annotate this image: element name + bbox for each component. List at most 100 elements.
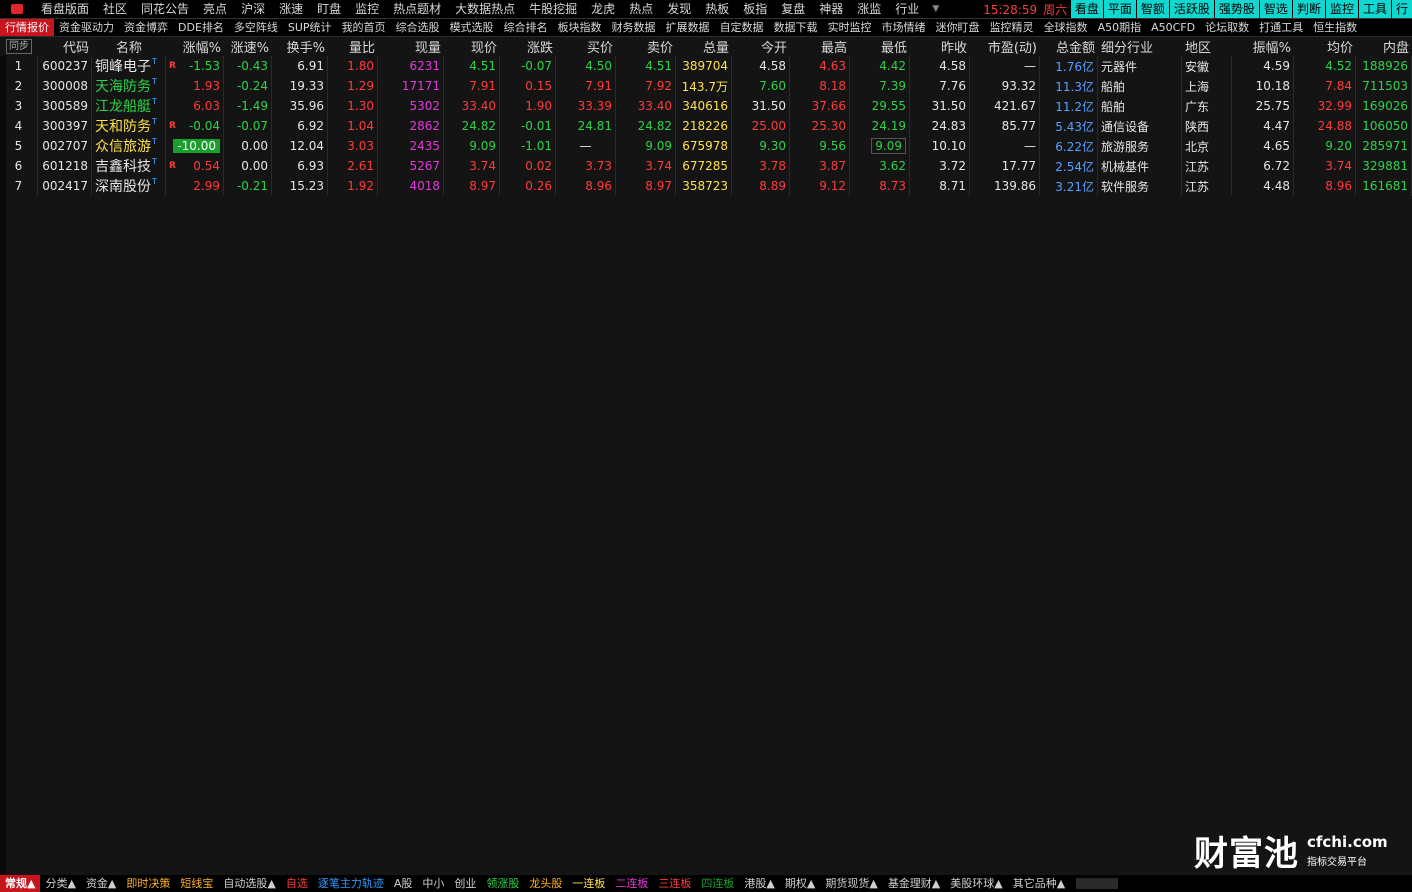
stock-name[interactable]: 天和防务 <box>95 116 151 136</box>
column-header-13[interactable]: 最高 <box>790 37 850 56</box>
menu-item-6[interactable]: 盯盘 <box>310 0 348 18</box>
column-header-7[interactable]: 现价 <box>444 37 500 56</box>
bottom-tab-17[interactable]: 港股▲ <box>739 875 779 892</box>
column-header-12[interactable]: 今开 <box>732 37 790 56</box>
column-header-17[interactable]: 总金额 <box>1040 37 1098 56</box>
column-header-4[interactable]: 换手% <box>272 37 328 56</box>
bottom-tab-7[interactable]: 逐笔主力轨迹 <box>313 875 389 892</box>
table-row[interactable]: 7 002417 深南股份 T 2.99 -0.21 15.23 1.92 4018 8.97 0.… <box>0 176 1412 196</box>
toolbar-button-2[interactable]: 智额 <box>1136 0 1169 18</box>
tab-4[interactable]: 多空阵线 <box>229 19 283 36</box>
menu-item-4[interactable]: 沪深 <box>234 0 272 18</box>
menu-item-11[interactable]: 龙虎 <box>584 0 622 18</box>
column-header-8[interactable]: 涨跌 <box>500 37 556 56</box>
menu-item-3[interactable]: 亮点 <box>196 0 234 18</box>
table-row[interactable]: 3 300589 江龙船艇 T 6.03 -1.49 35.96 1.30 5302 33.40 1… <box>0 96 1412 116</box>
column-header-21[interactable]: 均价 <box>1294 37 1356 56</box>
sync-button[interactable]: 同步 <box>6 39 32 54</box>
column-header-16[interactable]: 市盈(动) <box>970 37 1040 56</box>
bottom-tab-4[interactable]: 短线宝 <box>175 875 218 892</box>
table-row[interactable]: 4 300397 天和防务 T R -0.04 -0.07 6.92 1.04 2862 24.82… <box>0 116 1412 136</box>
toolbar-button-1[interactable]: 平面 <box>1103 0 1136 18</box>
column-header-18[interactable]: 细分行业 <box>1098 37 1182 56</box>
column-header-2[interactable]: 涨幅% <box>166 37 224 56</box>
tab-15[interactable]: 实时监控 <box>823 19 877 36</box>
menu-item-18[interactable]: 涨监 <box>850 0 888 18</box>
stock-name[interactable]: 铜峰电子 <box>95 56 151 76</box>
menu-item-17[interactable]: 神器 <box>812 0 850 18</box>
bottom-tab-22[interactable]: 其它品种▲ <box>1008 875 1070 892</box>
column-header-11[interactable]: 总量 <box>676 37 732 56</box>
bottom-tab-8[interactable]: A股 <box>389 875 418 892</box>
toolbar-button-6[interactable]: 判断 <box>1292 0 1325 18</box>
column-header-9[interactable]: 买价 <box>556 37 616 56</box>
column-header-10[interactable]: 卖价 <box>616 37 676 56</box>
menu-item-15[interactable]: 板指 <box>736 0 774 18</box>
bottom-tab-12[interactable]: 龙头股 <box>524 875 567 892</box>
menu-item-0[interactable]: 看盘版面 <box>34 0 96 18</box>
bottom-tab-21[interactable]: 美股环球▲ <box>945 875 1007 892</box>
tab-16[interactable]: 市场情绪 <box>877 19 931 36</box>
tab-22[interactable]: 论坛取数 <box>1200 19 1254 36</box>
toolbar-button-8[interactable]: 工具 <box>1358 0 1391 18</box>
bottom-tab-1[interactable]: 分类▲ <box>40 875 80 892</box>
menu-item-2[interactable]: 同花公告 <box>134 0 196 18</box>
tab-6[interactable]: 我的首页 <box>337 19 391 36</box>
app-logo-icon[interactable] <box>0 0 34 18</box>
toolbar-button-4[interactable]: 强势股 <box>1214 0 1259 18</box>
bottom-tab-14[interactable]: 二连板 <box>610 875 653 892</box>
menu-item-10[interactable]: 牛股挖掘 <box>522 0 584 18</box>
tab-1[interactable]: 资金驱动力 <box>54 19 119 36</box>
tab-5[interactable]: SUP统计 <box>283 19 337 36</box>
menu-item-7[interactable]: 监控 <box>348 0 386 18</box>
toolbar-button-3[interactable]: 活跃股 <box>1169 0 1214 18</box>
column-header-14[interactable]: 最低 <box>850 37 910 56</box>
column-header-5[interactable]: 量比 <box>328 37 378 56</box>
column-header-19[interactable]: 地区 <box>1182 37 1232 56</box>
menu-item-16[interactable]: 复盘 <box>774 0 812 18</box>
toolbar-button-7[interactable]: 监控 <box>1325 0 1358 18</box>
table-row[interactable]: 5 002707 众信旅游 T -10.00 0.00 12.04 3.03 2435 9.09 -… <box>0 136 1412 156</box>
bottom-tab-10[interactable]: 创业 <box>449 875 481 892</box>
bottom-scroll-indicator[interactable] <box>1076 878 1119 889</box>
bottom-tab-11[interactable]: 领涨股 <box>481 875 524 892</box>
menu-item-19[interactable]: 行业 <box>888 0 926 18</box>
bottom-tab-20[interactable]: 基金理财▲ <box>883 875 945 892</box>
toolbar-button-5[interactable]: 智选 <box>1259 0 1292 18</box>
tab-0[interactable]: 行情报价 <box>0 19 54 36</box>
stock-name[interactable]: 吉鑫科技 <box>95 156 151 176</box>
menu-item-12[interactable]: 热点 <box>622 0 660 18</box>
menu-item-8[interactable]: 热点题材 <box>386 0 448 18</box>
tab-18[interactable]: 监控精灵 <box>985 19 1039 36</box>
table-row[interactable]: 1 600237 铜峰电子 T R -1.53 -0.43 6.91 1.80 6231 4.51-… <box>0 56 1412 76</box>
bottom-tab-9[interactable]: 中小 <box>417 875 449 892</box>
tab-11[interactable]: 财务数据 <box>607 19 661 36</box>
column-header-20[interactable]: 振幅% <box>1232 37 1294 56</box>
column-header-1[interactable]: 名称 <box>92 37 166 56</box>
stock-name[interactable]: 众信旅游 <box>95 136 151 156</box>
table-row[interactable]: 2 300008 天海防务 T 1.93 -0.24 19.33 1.29 17171 7.91 0… <box>0 76 1412 96</box>
tab-7[interactable]: 综合选股 <box>391 19 445 36</box>
tab-24[interactable]: 恒生指数 <box>1308 19 1362 36</box>
tab-9[interactable]: 综合排名 <box>499 19 553 36</box>
stock-name[interactable]: 江龙船艇 <box>95 96 151 116</box>
tab-20[interactable]: A50期指 <box>1093 19 1147 36</box>
tab-2[interactable]: 资金博弈 <box>119 19 173 36</box>
menu-item-14[interactable]: 热板 <box>698 0 736 18</box>
bottom-tab-0[interactable]: 常规▲ <box>0 875 41 892</box>
tab-10[interactable]: 板块指数 <box>553 19 607 36</box>
tab-19[interactable]: 全球指数 <box>1039 19 1093 36</box>
bottom-tab-18[interactable]: 期权▲ <box>780 875 820 892</box>
menu-item-5[interactable]: 涨速 <box>272 0 310 18</box>
stock-name[interactable]: 天海防务 <box>95 76 151 96</box>
column-header-3[interactable]: 涨速% <box>224 37 272 56</box>
bottom-tab-2[interactable]: 资金▲ <box>81 875 121 892</box>
bottom-tab-13[interactable]: 一连板 <box>567 875 610 892</box>
tab-3[interactable]: DDE排名 <box>173 19 229 36</box>
stock-name[interactable]: 深南股份 <box>95 176 151 196</box>
menu-item-1[interactable]: 社区 <box>96 0 134 18</box>
bottom-tab-3[interactable]: 即时决策 <box>121 875 175 892</box>
column-header-22[interactable]: 内盘 <box>1356 37 1412 56</box>
bottom-tab-16[interactable]: 四连板 <box>696 875 739 892</box>
bottom-tab-6[interactable]: 自选 <box>281 875 313 892</box>
